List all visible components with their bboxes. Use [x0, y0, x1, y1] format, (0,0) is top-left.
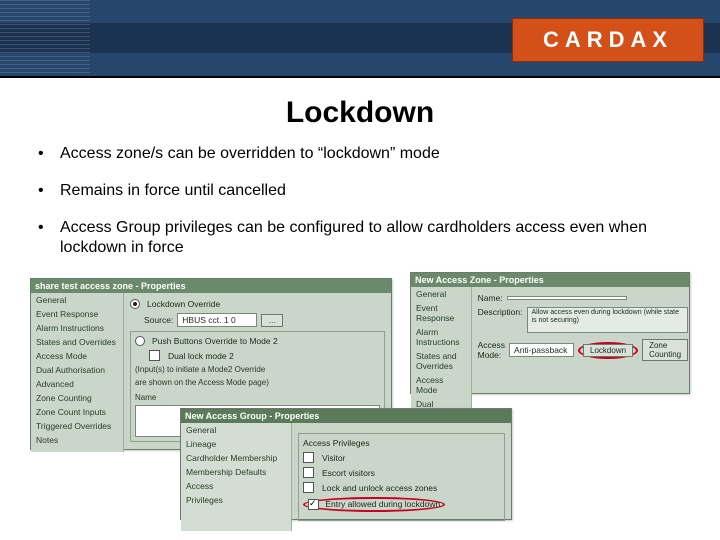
nav-item[interactable]: Dual Authorisation	[31, 363, 123, 377]
nav-item[interactable]: Access Mode	[411, 373, 471, 397]
header-band: cardax	[0, 0, 720, 78]
nav-item[interactable]: Privileges	[181, 493, 291, 507]
nav-item[interactable]: General	[31, 293, 123, 307]
nav-item[interactable]: States and Overrides	[411, 349, 471, 373]
description-box[interactable]: Allow access even during lockdown (while…	[527, 307, 689, 333]
properties-nav: General Event Response Alarm Instruction…	[31, 293, 124, 452]
escort-label: Escort visitors	[322, 468, 375, 478]
nav-item[interactable]: Cardholder Membership	[181, 451, 291, 465]
source-browse-button[interactable]: …	[261, 314, 283, 327]
nav-item[interactable]: Alarm Instructions	[411, 325, 471, 349]
bullet-item: Remains in force until cancelled	[38, 181, 682, 202]
access-mode-dropdown[interactable]: Anti-passback	[509, 343, 574, 357]
radio-mode2[interactable]	[135, 336, 145, 346]
duallock-label: Dual lock mode 2	[168, 351, 234, 361]
zone-counting-button[interactable]: Zone Counting	[642, 339, 688, 361]
lockdown-highlight: Lockdown	[578, 342, 638, 359]
escort-checkbox[interactable]	[303, 467, 314, 478]
properties-nav: General Lineage Cardholder Membership Me…	[181, 423, 292, 531]
nav-item[interactable]: Lineage	[181, 437, 291, 451]
bullet-item: Access Group privileges can be configure…	[38, 218, 682, 260]
brand-logo: cardax	[512, 18, 704, 62]
bullet-list: Access zone/s can be overridden to “lock…	[0, 144, 720, 259]
entry-lockdown-label: Entry allowed during lockdown	[325, 499, 440, 509]
entry-lockdown-highlight: Entry allowed during lockdown	[303, 497, 445, 512]
lock-unlock-label: Lock and unlock access zones	[322, 483, 437, 493]
visitor-checkbox[interactable]	[303, 452, 314, 463]
mode2-note2: are shown on the Access Mode page)	[135, 378, 380, 387]
name-input[interactable]	[507, 296, 627, 300]
dialog-titlebar: New Access Group - Properties	[181, 409, 511, 423]
lock-unlock-checkbox[interactable]	[303, 482, 314, 493]
nav-item[interactable]: Advanced	[31, 377, 123, 391]
header-decoration	[0, 0, 90, 76]
nav-item[interactable]: Access	[181, 479, 291, 493]
nav-item[interactable]: General	[181, 423, 291, 437]
dialog-titlebar: New Access Zone - Properties	[411, 273, 689, 287]
duallock-checkbox[interactable]	[149, 350, 160, 361]
nav-item[interactable]: Zone Count Inputs	[31, 405, 123, 419]
radio-lockdown-override[interactable]	[130, 299, 140, 309]
description-label: Description:	[478, 307, 523, 317]
nav-item[interactable]: Membership Defaults	[181, 465, 291, 479]
entry-lockdown-checkbox[interactable]	[308, 499, 319, 510]
nav-item[interactable]: Alarm Instructions	[31, 321, 123, 335]
nav-item[interactable]: Access Mode	[31, 349, 123, 363]
nav-item[interactable]: General	[411, 287, 471, 301]
slide-title: Lockdown	[0, 96, 720, 130]
lockdown-button[interactable]: Lockdown	[583, 344, 633, 357]
mode2-note: (Input(s) to initiate a Mode2 Override	[135, 365, 380, 374]
nav-item[interactable]: Event Response	[411, 301, 471, 325]
privileges-header: Access Privileges	[303, 438, 500, 448]
mode2-label: Push Buttons Override to Mode 2	[152, 336, 278, 346]
nav-item[interactable]: Event Response	[31, 307, 123, 321]
access-mode-label: Access Mode:	[478, 340, 505, 360]
list-header: Name	[135, 393, 380, 402]
nav-item[interactable]: Triggered Overrides	[31, 419, 123, 433]
bullet-item: Access zone/s can be overridden to “lock…	[38, 144, 682, 165]
dialog-titlebar: share test access zone - Properties	[31, 279, 391, 293]
screenshot-area: share test access zone - Properties Gene…	[30, 278, 690, 528]
nav-item[interactable]: States and Overrides	[31, 335, 123, 349]
source-dropdown[interactable]: HBUS cct. 1 0	[177, 313, 257, 327]
lockdown-override-label: Lockdown Override	[147, 299, 220, 309]
source-label: Source:	[144, 315, 173, 325]
new-access-zone-dialog: New Access Zone - Properties General Eve…	[410, 272, 690, 394]
new-access-group-dialog: New Access Group - Properties General Li…	[180, 408, 512, 520]
nav-item[interactable]: Notes	[31, 433, 123, 447]
visitor-label: Visitor	[322, 453, 345, 463]
nav-item[interactable]: Zone Counting	[31, 391, 123, 405]
name-label: Name:	[478, 293, 503, 303]
